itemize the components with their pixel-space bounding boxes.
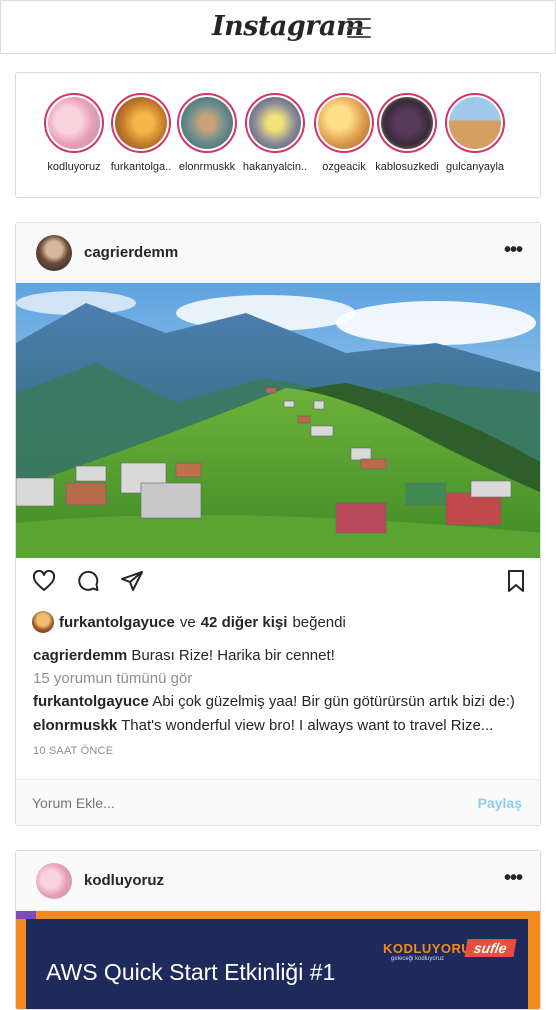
- banner-panel: AWS Quick Start Etkinliği #1 KODLUYORUZ …: [26, 919, 528, 1009]
- comment-username[interactable]: elonrmuskk: [33, 717, 117, 734]
- story-avatar: [249, 97, 301, 149]
- bookmark-save-icon[interactable]: [504, 569, 528, 593]
- comment-username[interactable]: furkantolgayuce: [33, 693, 149, 710]
- caption-text: Burası Rize! Harika bir cennet!: [131, 647, 335, 664]
- story-item[interactable]: furkantolga..: [107, 93, 175, 173]
- landscape-image: [16, 283, 540, 558]
- post-username[interactable]: cagrierdemm: [84, 244, 178, 261]
- story-avatar: [115, 97, 167, 149]
- story-item[interactable]: gulcanyayla: [441, 93, 509, 173]
- post-actions: [16, 565, 540, 601]
- story-avatar: [381, 97, 433, 149]
- story-item[interactable]: ozgeacik: [310, 93, 378, 173]
- story-avatar: [318, 97, 370, 149]
- banner-corner-accent: [16, 911, 36, 919]
- story-name: kodluyoruz: [47, 161, 101, 173]
- post-header: cagrierdemm •••: [16, 223, 540, 283]
- story-avatar: [449, 97, 501, 149]
- story-name: hakanyalcin..: [242, 161, 308, 173]
- comment-text: Abi çok güzelmiş yaa! Bir gün götürürsün…: [152, 693, 515, 710]
- post-banner-image[interactable]: AWS Quick Start Etkinliği #1 KODLUYORUZ …: [16, 911, 540, 1009]
- feed-post: cagrierdemm ••• furkantolgayuce ve 42 di…: [15, 222, 541, 826]
- story-name: gulcanyayla: [445, 161, 505, 173]
- story-avatar: [48, 97, 100, 149]
- share-paper-plane-icon[interactable]: [120, 569, 144, 593]
- instagram-logo[interactable]: Instagram: [212, 11, 365, 42]
- story-avatar: [181, 97, 233, 149]
- more-options-icon[interactable]: •••: [504, 867, 523, 890]
- banner-title: AWS Quick Start Etkinliği #1: [46, 959, 336, 985]
- likes-summary: furkantolgayuce ve 42 diğer kişi beğendi: [32, 611, 346, 633]
- likes-connector: ve: [179, 613, 196, 631]
- post-username[interactable]: kodluyoruz: [84, 872, 164, 889]
- comment-item: furkantolgayuce Abi çok güzelmiş yaa! Bi…: [33, 693, 515, 710]
- feed-post: kodluyoruz ••• AWS Quick Start Etkinliği…: [15, 850, 541, 1010]
- comment-item: elonrmuskk That's wonderful view bro! I …: [33, 717, 493, 734]
- liker-avatar[interactable]: [32, 611, 54, 633]
- post-caption: cagrierdemm Burası Rize! Harika bir cenn…: [33, 647, 335, 664]
- comment-bubble-icon[interactable]: [76, 569, 100, 593]
- post-timestamp: 10 SAAT ÖNCE: [33, 745, 114, 757]
- add-comment-bar: Paylaş: [16, 779, 540, 825]
- more-options-icon[interactable]: •••: [504, 239, 523, 262]
- hamburger-menu-icon[interactable]: [347, 18, 371, 38]
- story-name: elonrmuskk: [178, 161, 236, 173]
- post-header: kodluyoruz •••: [16, 851, 540, 911]
- post-photo[interactable]: [16, 283, 540, 558]
- post-comment-button[interactable]: Paylaş: [478, 795, 522, 811]
- story-item[interactable]: hakanyalcin..: [241, 93, 309, 173]
- liker-username[interactable]: furkantolgayuce: [59, 614, 175, 631]
- story-name: kablosuzkedi: [375, 161, 439, 173]
- story-item[interactable]: kablosuzkedi: [373, 93, 441, 173]
- add-comment-input[interactable]: [32, 795, 412, 811]
- user-avatar[interactable]: [36, 863, 72, 899]
- kodluyoruz-tagline: geleceği kodluyoruz: [391, 956, 445, 962]
- top-navbar: Instagram: [0, 0, 556, 54]
- view-all-comments-link[interactable]: 15 yorumun tümünü gör: [33, 670, 192, 687]
- story-item[interactable]: elonrmuskk: [173, 93, 241, 173]
- like-heart-icon[interactable]: [32, 569, 56, 593]
- story-name: ozgeacik: [322, 161, 366, 173]
- story-name: furkantolga..: [110, 161, 172, 173]
- stories-bar: kodluyoruz furkantolga.. elonrmuskk haka…: [15, 72, 541, 198]
- likes-others-count[interactable]: 42 diğer kişi: [201, 614, 288, 631]
- comment-text: That's wonderful view bro! I always want…: [121, 717, 494, 734]
- user-avatar[interactable]: [36, 235, 72, 271]
- story-item[interactable]: kodluyoruz: [40, 93, 108, 173]
- caption-username[interactable]: cagrierdemm: [33, 647, 127, 664]
- sufle-logo: sufle: [464, 939, 517, 957]
- likes-suffix: beğendi: [292, 613, 346, 631]
